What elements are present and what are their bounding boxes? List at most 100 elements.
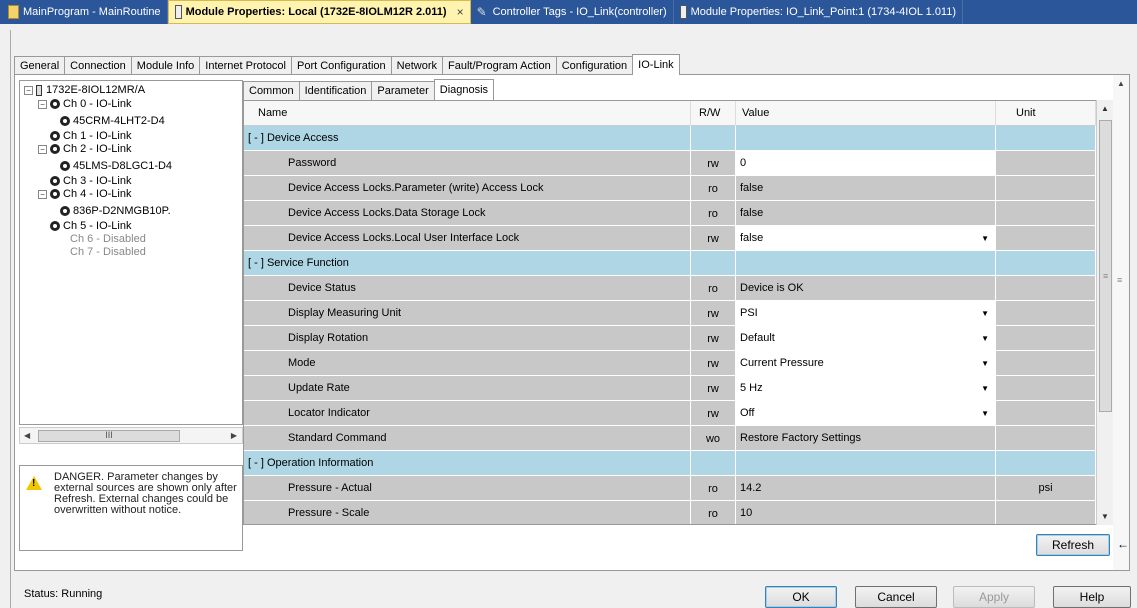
- tree-channel[interactable]: Ch 6 - Disabled: [70, 233, 146, 246]
- tree-channel[interactable]: Ch 5 - IO-Link: [50, 220, 131, 233]
- dropdown-arrow-icon[interactable]: ▼: [981, 226, 989, 250]
- tab-identification[interactable]: Identification: [298, 81, 372, 100]
- parameter-row[interactable]: Pressure - Actual ro 14.2 psi: [244, 476, 1096, 501]
- column-header-name[interactable]: Name: [244, 101, 691, 126]
- tab-connection[interactable]: Connection: [64, 56, 131, 75]
- scroll-down-icon[interactable]: ▼: [1101, 512, 1109, 521]
- rw-cell: ro: [691, 276, 736, 301]
- tree-device[interactable]: 836P-D2NMGB10P.: [60, 205, 171, 218]
- parameter-row[interactable]: Device Access Locks.Parameter (write) Ac…: [244, 176, 1096, 201]
- value-dropdown[interactable]: false ▼: [736, 226, 996, 251]
- tab-port-configuration[interactable]: Port Configuration: [291, 56, 391, 75]
- doc-tab-main-routine[interactable]: MainProgram - MainRoutine: [2, 0, 168, 24]
- parameter-row[interactable]: Device Access Locks.Local User Interface…: [244, 226, 1096, 251]
- column-header-unit[interactable]: Unit: [996, 101, 1096, 126]
- collapse-icon[interactable]: −: [38, 189, 47, 199]
- value-input[interactable]: 0: [736, 151, 996, 176]
- tree-horizontal-scrollbar[interactable]: ◀ III ▶: [19, 427, 243, 444]
- cancel-button[interactable]: Cancel: [855, 586, 937, 608]
- tab-parameter[interactable]: Parameter: [371, 81, 434, 100]
- parameter-row[interactable]: Mode rw Current Pressure ▼: [244, 351, 1096, 376]
- parameter-row[interactable]: Standard Command wo Restore Factory Settin…: [244, 426, 1096, 451]
- parameter-row[interactable]: Pressure - Scale ro 10: [244, 501, 1096, 524]
- value-dropdown[interactable]: PSI ▼: [736, 301, 996, 326]
- doc-tab-controller-tags[interactable]: ✎ Controller Tags - IO_Link(controller): [471, 0, 674, 24]
- value-dropdown[interactable]: Current Pressure ▼: [736, 351, 996, 376]
- scroll-right-icon[interactable]: ▶: [231, 431, 237, 440]
- parameter-row[interactable]: Locator Indicator rw Off ▼: [244, 401, 1096, 426]
- scroll-left-icon[interactable]: ◀: [24, 431, 30, 440]
- parameter-name: Locator Indicator: [244, 401, 691, 426]
- program-icon: [8, 5, 19, 19]
- collapse-icon[interactable]: −: [38, 99, 47, 109]
- column-header-rw[interactable]: R/W: [691, 101, 736, 126]
- tab-configuration[interactable]: Configuration: [555, 56, 633, 75]
- scroll-up-icon[interactable]: ▲: [1101, 104, 1109, 113]
- collapse-icon[interactable]: −: [38, 144, 47, 154]
- tree-channel[interactable]: Ch 7 - Disabled: [70, 246, 146, 259]
- parameter-row[interactable]: Display Measuring Unit rw PSI ▼: [244, 301, 1096, 326]
- value-dropdown[interactable]: 5 Hz ▼: [736, 376, 996, 401]
- tree-channel[interactable]: Ch 1 - IO-Link: [50, 130, 131, 143]
- grid-vertical-scrollbar[interactable]: ▲ ≡ ▼: [1096, 100, 1113, 525]
- tree-label: Ch 3 - IO-Link: [63, 175, 132, 187]
- column-header-value[interactable]: Value: [736, 101, 996, 126]
- apply-button[interactable]: Apply: [953, 586, 1035, 608]
- unit-cell: [996, 426, 1096, 451]
- value-dropdown[interactable]: Off ▼: [736, 401, 996, 426]
- group-toggle[interactable]: [ - ] Service Function: [244, 251, 691, 276]
- help-button[interactable]: Help: [1053, 586, 1131, 608]
- tree-device[interactable]: 45CRM-4LHT2-D4: [60, 115, 165, 128]
- dropdown-arrow-icon[interactable]: ▼: [981, 326, 989, 350]
- tab-diagnosis[interactable]: Diagnosis: [433, 79, 495, 100]
- group-row[interactable]: [ - ] Operation Information: [244, 451, 1096, 476]
- dropdown-arrow-icon[interactable]: ▼: [981, 301, 989, 325]
- tab-general[interactable]: General: [14, 56, 65, 75]
- parameter-row[interactable]: Update Rate rw 5 Hz ▼: [244, 376, 1096, 401]
- parameter-row[interactable]: Password rw 0: [244, 151, 1096, 176]
- doc-tab-label: Module Properties: Local (1732E-8IOLM12R…: [185, 6, 447, 18]
- tab-io-link[interactable]: IO-Link: [632, 54, 680, 75]
- tree-channel[interactable]: − Ch 2 - IO-Link: [38, 143, 131, 156]
- tree-channel[interactable]: − Ch 4 - IO-Link: [38, 188, 131, 201]
- tab-internet-protocol[interactable]: Internet Protocol: [199, 56, 291, 75]
- close-icon[interactable]: ×: [457, 5, 464, 19]
- doc-tab-module-properties-point1[interactable]: Module Properties: IO_Link_Point:1 (1734…: [674, 0, 964, 24]
- scroll-thumb[interactable]: ≡: [1099, 120, 1112, 412]
- group-toggle[interactable]: [ - ] Device Access: [244, 126, 691, 151]
- scroll-thumb[interactable]: III: [38, 430, 180, 442]
- tab-fault-program-action[interactable]: Fault/Program Action: [442, 56, 556, 75]
- io-link-node-icon: [50, 221, 60, 232]
- group-row[interactable]: [ - ] Device Access: [244, 126, 1096, 151]
- group-toggle[interactable]: [ - ] Operation Information: [244, 451, 691, 476]
- tree-channel[interactable]: Ch 3 - IO-Link: [50, 175, 131, 188]
- tab-network[interactable]: Network: [390, 56, 443, 75]
- value-dropdown[interactable]: Default ▼: [736, 326, 996, 351]
- tree-device[interactable]: 45LMS-D8LGC1-D4: [60, 160, 172, 173]
- parameter-row[interactable]: Device Status ro Device is OK: [244, 276, 1096, 301]
- tab-common[interactable]: Common: [243, 81, 299, 100]
- dropdown-arrow-icon[interactable]: ▼: [981, 351, 989, 375]
- io-link-node-icon: [50, 131, 60, 142]
- dropdown-arrow-icon[interactable]: ▼: [981, 376, 989, 400]
- io-link-node-icon: [60, 116, 70, 127]
- parameter-row[interactable]: Device Access Locks.Data Storage Lock ro f…: [244, 201, 1096, 226]
- diagnosis-grid: Name R/W Value Unit [ - ] Device Access P…: [243, 100, 1113, 525]
- ok-button[interactable]: OK: [765, 586, 837, 608]
- refresh-button[interactable]: Refresh: [1036, 534, 1110, 556]
- parameter-row[interactable]: Display Rotation rw Default ▼: [244, 326, 1096, 351]
- dropdown-arrow-icon[interactable]: ▼: [981, 401, 989, 425]
- tree-root[interactable]: − 1732E-8IOL12MR/A: [24, 84, 145, 97]
- parameter-name: Update Rate: [244, 376, 691, 401]
- doc-tab-module-properties-local[interactable]: Module Properties: Local (1732E-8IOLM12R…: [167, 0, 471, 24]
- tree-channel[interactable]: − Ch 0 - IO-Link: [38, 98, 131, 111]
- scroll-up-icon[interactable]: ▲: [1117, 79, 1125, 88]
- panel-vertical-scrollbar[interactable]: ▲ ≡: [1113, 75, 1129, 570]
- tree-label: Ch 1 - IO-Link: [63, 130, 132, 142]
- tab-module-info[interactable]: Module Info: [130, 56, 200, 75]
- collapse-icon[interactable]: −: [24, 85, 33, 95]
- group-row[interactable]: [ - ] Service Function: [244, 251, 1096, 276]
- scroll-grip-icon: ≡: [1117, 275, 1123, 285]
- unit-cell: [996, 201, 1096, 226]
- unit-cell: psi: [996, 476, 1096, 501]
